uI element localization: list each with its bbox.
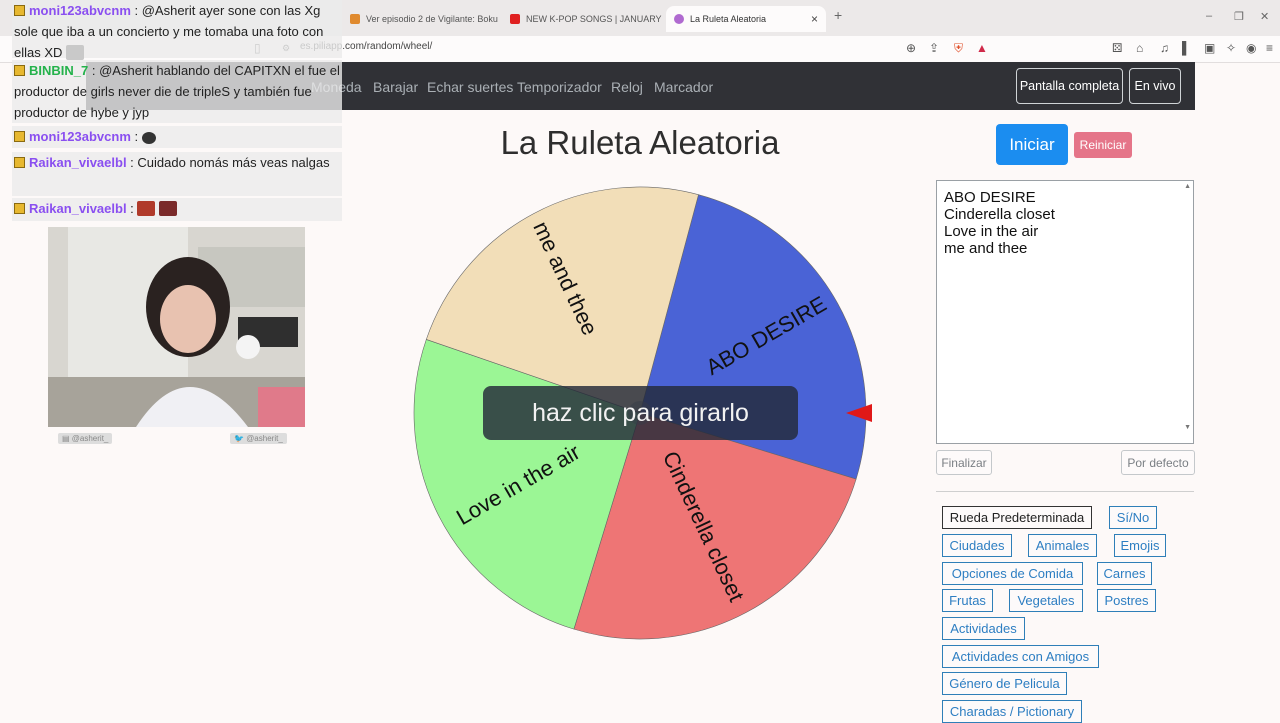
scroll-down-icon[interactable]: ▼ <box>1184 424 1191 431</box>
preset-meats[interactable]: Carnes <box>1097 562 1152 585</box>
preset-activities-friends[interactable]: Actividades con Amigos <box>942 645 1099 668</box>
chat-message: moni123abvcnm : @Asherit ayer sone con l… <box>12 0 342 60</box>
cat-emote-icon <box>66 45 85 60</box>
chat-username: moni123abvcnm <box>29 129 131 144</box>
chat-username: Raikan_vivaelbl <box>29 155 127 170</box>
social-handle-text: @asherit_ <box>246 434 283 443</box>
social-handle: ▤ @asherit_ <box>58 433 113 444</box>
finish-button[interactable]: Finalizar <box>936 450 992 475</box>
webcam-feed <box>48 227 305 427</box>
preset-desserts[interactable]: Postres <box>1097 589 1156 612</box>
start-button[interactable]: Iniciar <box>996 124 1068 165</box>
preset-vegetables[interactable]: Vegetales <box>1009 589 1083 612</box>
preset-animals[interactable]: Animales <box>1028 534 1097 557</box>
devil-emote-icon <box>137 201 156 216</box>
entry-line: me and thee <box>944 240 1028 257</box>
sheep-emote-icon <box>141 132 156 144</box>
chat-separator: : <box>126 155 138 170</box>
preset-default-wheel[interactable]: Rueda Predeterminada <box>942 506 1092 529</box>
chat-separator: : <box>88 63 100 78</box>
crown-badge-icon <box>14 203 25 214</box>
crown-badge-icon <box>14 65 25 76</box>
angry-emote-icon <box>159 201 178 216</box>
divider <box>936 491 1194 492</box>
entry-line: Cinderella closet <box>944 206 1055 223</box>
entry-line: Love in the air <box>944 223 1039 240</box>
crown-badge-icon <box>14 157 25 168</box>
chat-text: Cuidado nomás más veas nalgas <box>137 155 330 170</box>
preset-fruits[interactable]: Frutas <box>942 589 993 612</box>
crown-badge-icon <box>14 5 25 16</box>
preset-cities[interactable]: Ciudades <box>942 534 1012 557</box>
chat-username: BINBIN_7 <box>29 63 89 78</box>
crown-badge-icon <box>14 131 25 142</box>
preset-movie-genre[interactable]: Género de Pelicula <box>942 672 1067 695</box>
webcam-image <box>48 227 305 427</box>
chat-separator: : <box>130 3 142 18</box>
scroll-up-icon[interactable]: ▲ <box>1184 183 1191 190</box>
entries-textarea[interactable]: ABO DESIRE Cinderella closet Love in the… <box>936 180 1194 444</box>
preset-yes-no[interactable]: Sí/No <box>1109 506 1157 529</box>
spin-overlay[interactable]: haz clic para girarlo <box>483 386 798 440</box>
reset-button[interactable]: Reiniciar <box>1074 132 1132 158</box>
social-handle: 🐦 @asherit_ <box>230 433 287 444</box>
chat-message: BINBIN_7 : @Asherit hablando del CAPITXN… <box>12 60 342 123</box>
chat-message: moni123abvcnm : <box>12 126 342 148</box>
preset-emojis[interactable]: Emojis <box>1114 534 1166 557</box>
chat-message: Raikan_vivaelbl : <box>12 198 342 221</box>
entry-line: ABO DESIRE <box>944 189 1036 206</box>
chat-username: moni123abvcnm <box>29 3 131 18</box>
social-handle-text: @asherit_ <box>71 434 109 443</box>
chat-message: Raikan_vivaelbl : Cuidado nomás más veas… <box>12 152 342 196</box>
default-button[interactable]: Por defecto <box>1121 450 1195 475</box>
chat-separator: : <box>130 129 142 144</box>
chat-separator: : <box>126 201 138 216</box>
preset-food-options[interactable]: Opciones de Comida <box>942 562 1083 585</box>
chat-username: Raikan_vivaelbl <box>29 201 127 216</box>
preset-activities[interactable]: Actividades <box>942 617 1025 640</box>
